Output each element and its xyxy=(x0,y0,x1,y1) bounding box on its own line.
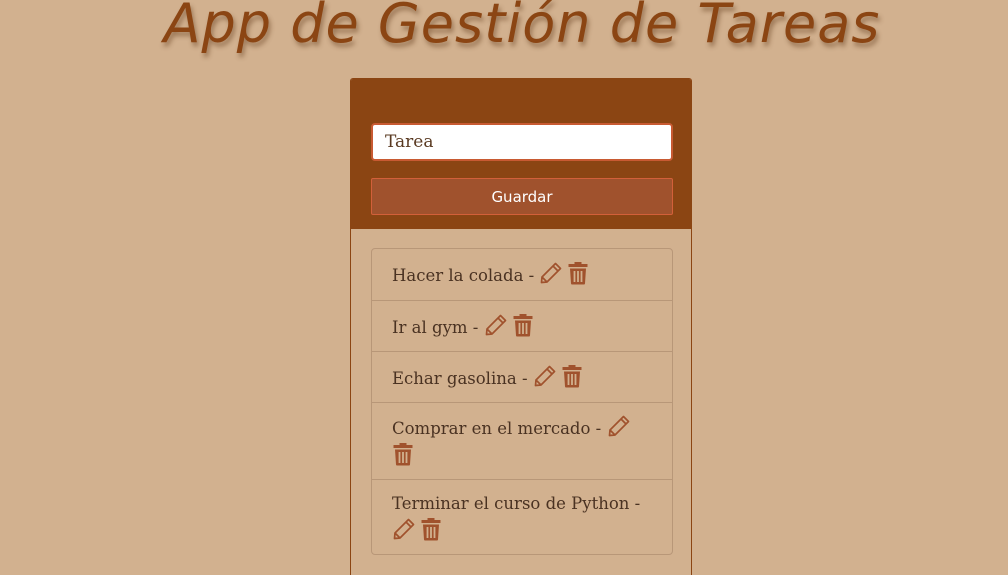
pencil-icon[interactable] xyxy=(533,364,557,388)
trash-icon[interactable] xyxy=(392,442,416,466)
task-label: Comprar en el mercado - xyxy=(392,419,602,438)
trash-icon[interactable] xyxy=(512,313,536,337)
task-form: Guardar xyxy=(351,79,691,229)
task-item: Terminar el curso de Python - xyxy=(372,479,672,554)
task-label: Terminar el curso de Python - xyxy=(392,494,641,513)
pencil-icon[interactable] xyxy=(539,261,563,285)
page-title: App de Gestión de Tareas xyxy=(163,0,881,55)
task-card: Guardar Hacer la colada - Ir al gym - Ec… xyxy=(350,78,692,575)
task-label: Ir al gym - xyxy=(392,318,479,337)
task-label: Echar gasolina - xyxy=(392,369,528,388)
task-list: Hacer la colada - Ir al gym - Echar gaso… xyxy=(371,248,673,555)
task-item: Ir al gym - xyxy=(372,300,672,351)
task-label: Hacer la colada - xyxy=(392,266,535,285)
task-item: Hacer la colada - xyxy=(372,249,672,300)
save-button[interactable]: Guardar xyxy=(371,178,673,215)
trash-icon[interactable] xyxy=(561,364,585,388)
trash-icon[interactable] xyxy=(567,261,591,285)
task-input[interactable] xyxy=(371,123,673,161)
pencil-icon[interactable] xyxy=(607,414,631,438)
pencil-icon[interactable] xyxy=(484,313,508,337)
task-item: Echar gasolina - xyxy=(372,351,672,402)
trash-icon[interactable] xyxy=(420,517,444,541)
task-item: Comprar en el mercado - xyxy=(372,402,672,479)
pencil-icon[interactable] xyxy=(392,517,416,541)
